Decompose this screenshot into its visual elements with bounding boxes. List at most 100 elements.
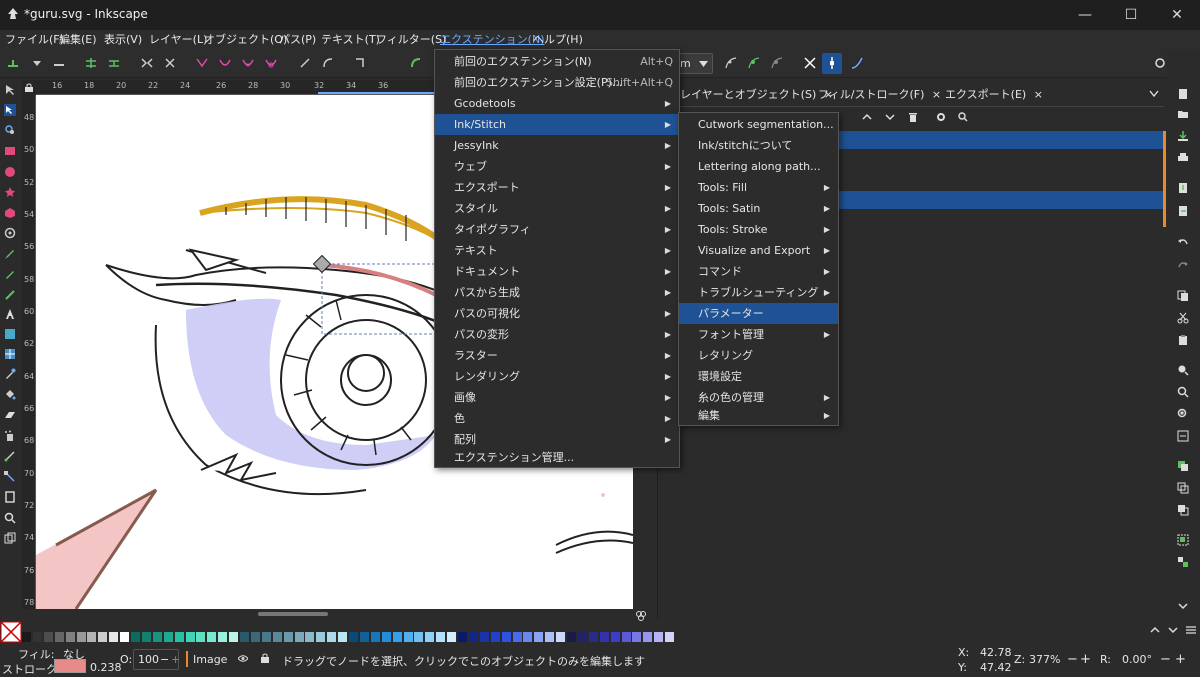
color-swatch[interactable] (272, 632, 282, 642)
color-swatch[interactable] (577, 632, 587, 642)
undo-icon[interactable] (1177, 236, 1189, 248)
pages-tool-icon[interactable] (4, 532, 16, 544)
node-tool-icon[interactable] (4, 104, 16, 116)
show-outline-icon[interactable] (850, 56, 864, 70)
color-swatch[interactable] (109, 632, 119, 642)
menu-item-document[interactable]: ドキュメント ▶ (435, 261, 679, 282)
rectangle-tool-icon[interactable] (4, 145, 16, 157)
delete-node-icon[interactable] (52, 56, 66, 70)
color-swatch[interactable] (654, 632, 664, 642)
color-swatch[interactable] (152, 632, 162, 642)
menu-item-cutwork-segmentation[interactable]: Cutwork segmentation... (679, 114, 838, 135)
color-swatch[interactable] (643, 632, 653, 642)
rotate-ccw-button[interactable]: − (1160, 652, 1171, 667)
chevron-down-icon[interactable] (1168, 625, 1178, 635)
color-swatch[interactable] (65, 632, 75, 642)
tweak-tool-icon[interactable] (4, 124, 16, 136)
tab-layers-objects[interactable]: レイヤーとオブジェクト(S) × (680, 86, 833, 104)
color-swatch[interactable] (87, 632, 97, 642)
color-swatch[interactable] (403, 632, 413, 642)
color-swatch[interactable] (349, 632, 358, 642)
color-swatch[interactable] (294, 632, 304, 642)
color-swatch[interactable] (632, 632, 642, 642)
color-swatch[interactable] (131, 632, 140, 642)
zoom-page-width-icon[interactable] (1177, 430, 1189, 442)
save-icon[interactable] (1177, 130, 1189, 142)
color-swatch[interactable] (207, 632, 217, 642)
menu-item-inkstitch[interactable]: Ink/Stitch ▶ (435, 114, 679, 135)
smooth-node-icon[interactable] (218, 56, 232, 70)
zoom-page-icon[interactable] (1177, 408, 1189, 420)
menu-item-style[interactable]: スタイル ▶ (435, 198, 679, 219)
color-swatch[interactable] (22, 632, 31, 642)
opacity-spinbox[interactable]: 100 − + (133, 649, 180, 670)
lock-icon[interactable] (261, 653, 269, 663)
move-down-icon[interactable] (885, 112, 895, 122)
menu-item-tools-stroke[interactable]: Tools: Stroke ▶ (679, 219, 838, 240)
ellipse-tool-icon[interactable] (4, 166, 16, 178)
color-swatch[interactable] (327, 632, 337, 642)
current-layer-name[interactable]: Image (193, 653, 227, 666)
menu-item-params[interactable]: パラメーター (679, 303, 838, 324)
stroke-to-path-icon[interactable] (409, 56, 423, 70)
clone-icon[interactable] (1177, 482, 1189, 494)
menu-item-tools-fill[interactable]: Tools: Fill ▶ (679, 177, 838, 198)
menu-item-commands[interactable]: コマンド ▶ (679, 261, 838, 282)
open-file-icon[interactable] (1177, 108, 1189, 120)
lpe-tool-icon[interactable] (4, 450, 16, 462)
gear-icon[interactable] (936, 112, 946, 122)
segment-line-icon[interactable] (298, 56, 312, 70)
star-tool-icon[interactable] (4, 186, 16, 198)
color-swatch[interactable] (338, 632, 348, 642)
color-swatch[interactable] (621, 632, 631, 642)
dropper-tool-icon[interactable] (4, 368, 16, 380)
menu-item-generate-from-path[interactable]: パスから生成 ▶ (435, 282, 679, 303)
menu-item-color[interactable]: 色 ▶ (435, 408, 679, 429)
export-icon[interactable] (1177, 205, 1189, 217)
zoom-selection-icon[interactable] (1177, 364, 1189, 376)
copy-icon[interactable] (1177, 290, 1189, 302)
menu-item-typography[interactable]: タイポグラフィ ▶ (435, 219, 679, 240)
menu-item-tools-satin[interactable]: Tools: Satin ▶ (679, 198, 838, 219)
symmetric-node-icon[interactable] (241, 56, 255, 70)
menu-view[interactable]: 表示(V) (101, 32, 145, 49)
dropdown-arrow-icon[interactable] (30, 56, 44, 70)
color-swatch[interactable] (185, 632, 195, 642)
menu-item-edit[interactable]: 編集 ▶ (679, 405, 838, 426)
menu-item-troubleshoot[interactable]: トラブルシューティング ▶ (679, 282, 838, 303)
color-swatch[interactable] (120, 632, 130, 642)
color-swatch[interactable] (414, 632, 424, 642)
color-swatch[interactable] (458, 632, 467, 642)
menu-item-text[interactable]: テキスト ▶ (435, 240, 679, 261)
color-swatch[interactable] (359, 632, 369, 642)
vertical-ruler[interactable]: 48 50 52 54 56 58 60 62 64 66 68 70 72 7… (22, 95, 36, 609)
show-clip-icon[interactable] (747, 56, 761, 70)
lock-icon[interactable] (25, 83, 33, 92)
palette-menu-icon[interactable] (1185, 625, 1197, 635)
menu-item-modify-path[interactable]: パスの変形 ▶ (435, 324, 679, 345)
menu-edit[interactable]: 編集(E) (56, 32, 100, 49)
color-swatch[interactable] (305, 632, 315, 642)
opacity-minus-button[interactable]: − (160, 653, 169, 666)
tab-close-icon[interactable]: × (932, 88, 941, 101)
pencil-tool-icon[interactable] (4, 248, 16, 260)
scrollbar-thumb[interactable] (258, 612, 328, 616)
menu-item-export[interactable]: エクスポート ▶ (435, 177, 679, 198)
zoom-tool-icon[interactable] (4, 512, 16, 524)
color-swatch[interactable] (534, 632, 544, 642)
unlink-clone-icon[interactable] (1177, 504, 1189, 516)
color-swatch[interactable] (76, 632, 86, 642)
color-swatch[interactable] (163, 632, 173, 642)
menu-item-raster[interactable]: ラスター ▶ (435, 345, 679, 366)
object-to-path-icon[interactable] (353, 56, 367, 70)
group-icon[interactable] (1177, 534, 1189, 546)
menu-help[interactable]: ヘルプ(H) (530, 32, 586, 49)
close-button[interactable]: ✕ (1154, 0, 1200, 30)
tab-fill-stroke[interactable]: フィル/ストローク(F) × (818, 86, 941, 104)
color-swatch[interactable] (610, 632, 620, 642)
rotate-cw-button[interactable]: + (1175, 652, 1186, 667)
paste-icon[interactable] (1177, 334, 1189, 346)
color-swatch[interactable] (196, 632, 206, 642)
color-swatch[interactable] (588, 632, 598, 642)
color-swatch[interactable] (436, 632, 446, 642)
